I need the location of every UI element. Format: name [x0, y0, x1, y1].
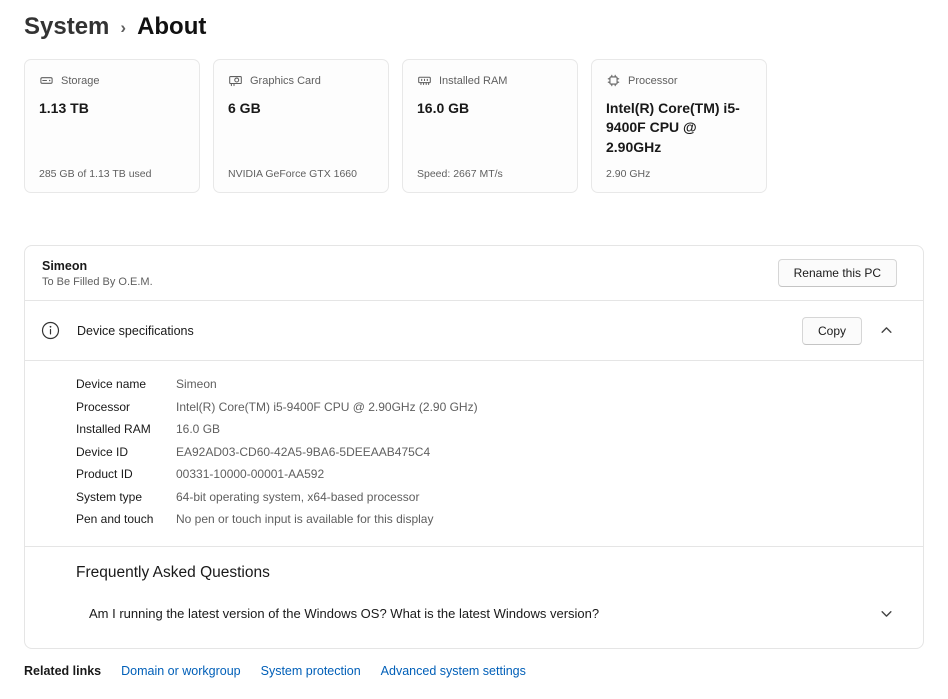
breadcrumb-separator-icon: › — [120, 16, 126, 38]
card-processor-header: Processor — [606, 73, 752, 88]
card-detail: 2.90 GHz — [606, 168, 752, 180]
device-name: Simeon — [42, 259, 153, 273]
graphics-card-icon — [228, 73, 243, 88]
link-domain-or-workgroup[interactable]: Domain or workgroup — [121, 664, 241, 678]
info-icon — [41, 321, 60, 340]
card-value: Intel(R) Core(TM) i5-9400F CPU @ 2.90GHz — [606, 99, 752, 157]
spec-row-system-type: System type 64-bit operating system, x64… — [76, 490, 897, 504]
spec-label: Device name — [76, 377, 176, 391]
card-storage-header: Storage — [39, 73, 185, 88]
card-detail: NVIDIA GeForce GTX 1660 — [228, 168, 374, 180]
spec-label: Product ID — [76, 467, 176, 481]
spec-value: EA92AD03-CD60-42A5-9BA6-5DEEAAB475C4 — [176, 445, 430, 459]
spec-value: No pen or touch input is available for t… — [176, 512, 433, 526]
card-ram-header: Installed RAM — [417, 73, 563, 88]
spec-value: Intel(R) Core(TM) i5-9400F CPU @ 2.90GHz… — [176, 400, 478, 414]
spec-row-device-id: Device ID EA92AD03-CD60-42A5-9BA6-5DEEAA… — [76, 445, 897, 459]
chevron-down-icon[interactable] — [876, 603, 897, 624]
faq-section: Frequently Asked Questions Am I running … — [25, 546, 923, 648]
breadcrumb: System › About — [24, 0, 924, 41]
spec-value: 16.0 GB — [176, 422, 220, 436]
spec-row-processor: Processor Intel(R) Core(TM) i5-9400F CPU… — [76, 400, 897, 414]
about-panel: Simeon To Be Filled By O.E.M. Rename thi… — [24, 245, 924, 649]
copy-button[interactable]: Copy — [802, 317, 862, 345]
spec-value: Simeon — [176, 377, 217, 391]
chevron-up-icon[interactable] — [876, 320, 897, 341]
rename-pc-button[interactable]: Rename this PC — [778, 259, 897, 287]
card-label: Graphics Card — [250, 75, 321, 87]
faq-question: Am I running the latest version of the W… — [89, 606, 599, 621]
ram-icon — [417, 73, 432, 88]
device-specifications-table: Device name Simeon Processor Intel(R) Co… — [25, 361, 923, 546]
card-label: Storage — [61, 75, 100, 87]
card-label: Installed RAM — [439, 75, 507, 87]
device-specifications-header[interactable]: Device specifications Copy — [25, 301, 923, 361]
spec-value: 00331-10000-00001-AA592 — [176, 467, 324, 481]
settings-about-page: System › About Storage 1.13 TB 285 GB of… — [0, 0, 948, 678]
link-advanced-system-settings[interactable]: Advanced system settings — [381, 664, 526, 678]
spec-row-installed-ram: Installed RAM 16.0 GB — [76, 422, 897, 436]
card-storage[interactable]: Storage 1.13 TB 285 GB of 1.13 TB used — [24, 59, 200, 193]
spec-label: Pen and touch — [76, 512, 176, 526]
card-graphics[interactable]: Graphics Card 6 GB NVIDIA GeForce GTX 16… — [213, 59, 389, 193]
device-identity: Simeon To Be Filled By O.E.M. — [42, 259, 153, 288]
spec-row-pen-and-touch: Pen and touch No pen or touch input is a… — [76, 512, 897, 526]
spec-label: Processor — [76, 400, 176, 414]
spec-row-device-name: Device name Simeon — [76, 377, 897, 391]
card-detail: 285 GB of 1.13 TB used — [39, 168, 185, 180]
card-value: 6 GB — [228, 99, 374, 118]
card-value: 1.13 TB — [39, 99, 185, 118]
card-detail: Speed: 2667 MT/s — [417, 168, 563, 180]
processor-icon — [606, 73, 621, 88]
related-links-label: Related links — [24, 664, 101, 678]
card-graphics-header: Graphics Card — [228, 73, 374, 88]
page-title: About — [137, 13, 206, 41]
breadcrumb-system[interactable]: System — [24, 13, 109, 41]
summary-cards: Storage 1.13 TB 285 GB of 1.13 TB used G… — [24, 59, 924, 193]
card-label: Processor — [628, 75, 678, 87]
spec-value: 64-bit operating system, x64-based proce… — [176, 490, 419, 504]
faq-question-row[interactable]: Am I running the latest version of the W… — [76, 603, 897, 624]
card-value: 16.0 GB — [417, 99, 563, 118]
card-processor[interactable]: Processor Intel(R) Core(TM) i5-9400F CPU… — [591, 59, 767, 193]
spec-label: Device ID — [76, 445, 176, 459]
related-links-section: Related links Domain or workgroup System… — [24, 664, 924, 678]
device-specifications-title: Device specifications — [77, 324, 802, 338]
link-system-protection[interactable]: System protection — [261, 664, 361, 678]
device-name-section: Simeon To Be Filled By O.E.M. Rename thi… — [25, 246, 923, 301]
faq-title: Frequently Asked Questions — [76, 564, 897, 582]
spec-row-product-id: Product ID 00331-10000-00001-AA592 — [76, 467, 897, 481]
card-ram[interactable]: Installed RAM 16.0 GB Speed: 2667 MT/s — [402, 59, 578, 193]
storage-icon — [39, 73, 54, 88]
spec-label: Installed RAM — [76, 422, 176, 436]
device-oem: To Be Filled By O.E.M. — [42, 276, 153, 288]
spec-label: System type — [76, 490, 176, 504]
